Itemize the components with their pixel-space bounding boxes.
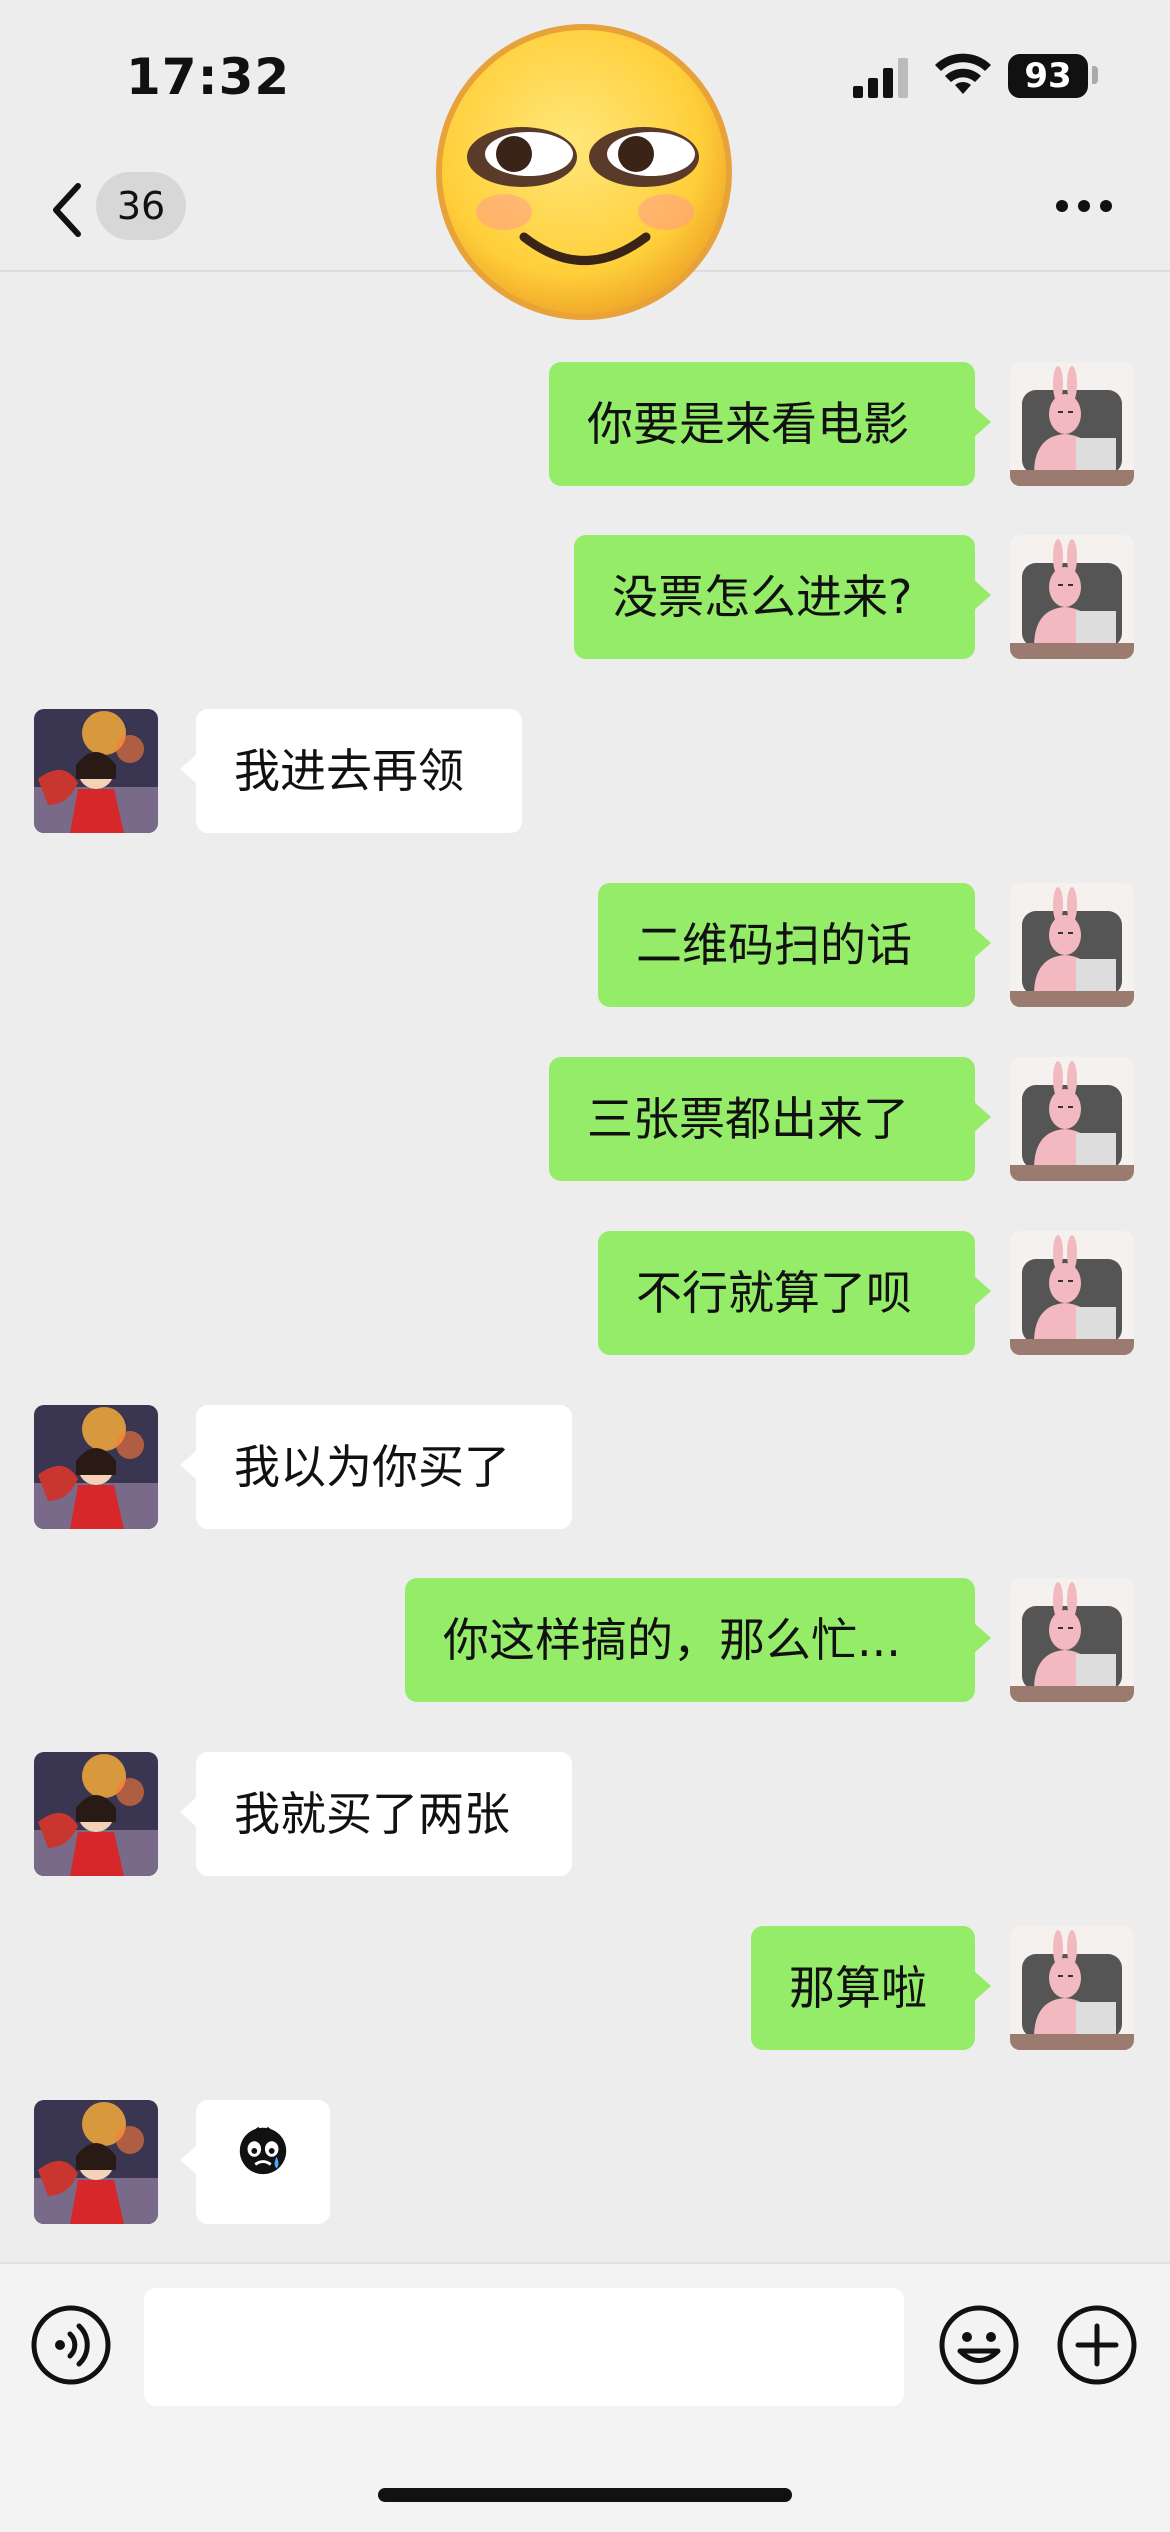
incoming-message: 我进去再领 (0, 709, 1170, 833)
outgoing-message: 三张票都出来了 (0, 1057, 1170, 1181)
contact-avatar[interactable] (34, 1752, 158, 1876)
signal-icon (853, 58, 908, 98)
message-bubble[interactable]: 你这样搞的，那么忙... (405, 1578, 991, 1702)
my-avatar[interactable] (1010, 1578, 1134, 1702)
home-indicator (378, 2488, 792, 2502)
message-bubble[interactable]: 我以为你买了 (180, 1405, 572, 1529)
incoming-message: 我就买了两张 (0, 1752, 1170, 1876)
my-avatar[interactable] (1010, 535, 1134, 659)
my-avatar[interactable] (1010, 883, 1134, 1007)
message-bubble[interactable]: 不行就算了呗 (598, 1231, 991, 1355)
outgoing-message: 不行就算了呗 (0, 1231, 1170, 1355)
message-bubble[interactable]: 没票怎么进来? (574, 535, 991, 659)
back-arrow-icon[interactable] (44, 180, 94, 240)
unread-count-badge[interactable]: 36 (96, 172, 186, 240)
emoji-icon[interactable] (938, 2304, 1020, 2386)
battery-level: 93 (1008, 54, 1088, 98)
incoming-message: 我以为你买了 (0, 1405, 1170, 1529)
voice-icon[interactable] (30, 2304, 112, 2386)
plus-icon[interactable] (1056, 2304, 1138, 2386)
contact-avatar[interactable] (34, 2100, 158, 2224)
battery-tip (1092, 66, 1098, 84)
my-avatar[interactable] (1010, 1926, 1134, 2050)
outgoing-message: 二维码扫的话 (0, 883, 1170, 1007)
incoming-message (0, 2100, 1170, 2224)
outgoing-message: 你要是来看电影 (0, 362, 1170, 486)
message-bubble[interactable]: 二维码扫的话 (598, 883, 991, 1007)
outgoing-message: 那算啦 (0, 1926, 1170, 2050)
message-bubble[interactable] (180, 2100, 330, 2224)
outgoing-message: 你这样搞的，那么忙... (0, 1578, 1170, 1702)
my-avatar[interactable] (1010, 1231, 1134, 1355)
my-avatar[interactable] (1010, 362, 1134, 486)
wifi-icon (935, 53, 991, 94)
smirk-emoji-sticker (436, 24, 732, 320)
contact-avatar[interactable] (34, 1405, 158, 1529)
outgoing-message: 没票怎么进来? (0, 535, 1170, 659)
message-bubble[interactable]: 我就买了两张 (180, 1752, 572, 1876)
message-bubble[interactable]: 三张票都出来了 (549, 1057, 991, 1181)
my-avatar[interactable] (1010, 1057, 1134, 1181)
contact-avatar[interactable] (34, 709, 158, 833)
more-dots-icon[interactable] (1054, 196, 1114, 216)
crying-face-sticker (234, 2100, 292, 2224)
message-input[interactable] (144, 2288, 904, 2406)
message-bubble[interactable]: 那算啦 (751, 1926, 991, 2050)
message-bubble[interactable]: 我进去再领 (180, 709, 522, 833)
message-bubble[interactable]: 你要是来看电影 (549, 362, 991, 486)
status-time: 17:32 (126, 48, 291, 106)
